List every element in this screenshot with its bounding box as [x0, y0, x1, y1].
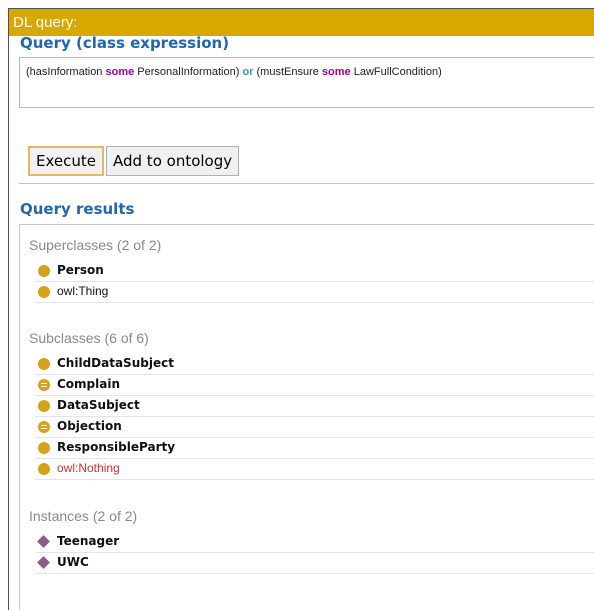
individual-label: Teenager	[57, 534, 120, 548]
list-item[interactable]: owl:Nothing	[35, 458, 594, 480]
list-item[interactable]: DataSubject	[35, 395, 594, 417]
section-divider	[19, 183, 594, 184]
panel-title: DL query:	[9, 9, 594, 36]
class-label: DataSubject	[57, 398, 140, 412]
keyword-some: some	[105, 66, 135, 78]
instances-header: Instances (2 of 2)	[29, 508, 138, 524]
add-to-ontology-button[interactable]: Add to ontology	[106, 146, 240, 176]
class-label: Person	[57, 263, 104, 277]
list-item[interactable]: owl:Thing	[35, 281, 594, 303]
class-icon	[38, 400, 50, 412]
query-token: (mustEnsure	[253, 66, 322, 78]
class-icon	[38, 358, 50, 370]
class-expression-editor[interactable]: (hasInformation some PersonalInformation…	[19, 57, 594, 108]
list-item[interactable]: Complain	[35, 374, 594, 396]
list-item[interactable]: Objection	[35, 416, 594, 438]
individual-label: UWC	[57, 555, 89, 569]
results-section-title: Query results	[20, 200, 135, 218]
class-label: Objection	[57, 419, 122, 433]
class-label: Complain	[57, 377, 121, 391]
class-label: ResponsibleParty	[57, 440, 176, 454]
list-item[interactable]: ChildDataSubject	[35, 353, 594, 375]
query-token: (hasInformation	[26, 66, 106, 78]
query-token: LawFullCondition)	[350, 66, 442, 78]
list-item[interactable]: ResponsibleParty	[35, 437, 594, 459]
individual-icon	[37, 535, 50, 548]
superclasses-header: Superclasses (2 of 2)	[29, 237, 162, 253]
dl-query-panel: DL query: Query (class expression) (hasI…	[8, 8, 594, 610]
query-results-list: Superclasses (2 of 2) Person owl:Thing S…	[19, 224, 594, 610]
query-section-title: Query (class expression)	[20, 34, 230, 52]
class-icon	[38, 463, 50, 475]
class-label: ChildDataSubject	[57, 356, 174, 370]
subclasses-header: Subclasses (6 of 6)	[29, 330, 149, 346]
keyword-some: some	[321, 66, 351, 78]
class-icon	[38, 265, 50, 277]
defined-class-icon	[38, 379, 50, 391]
list-item[interactable]: Teenager	[35, 531, 594, 553]
individual-icon	[37, 556, 50, 569]
keyword-or: or	[242, 66, 254, 78]
query-token: PersonalInformation)	[134, 66, 243, 78]
execute-button[interactable]: Execute	[28, 146, 104, 176]
class-icon	[38, 442, 50, 454]
class-label: owl:Nothing	[57, 461, 120, 475]
class-icon	[38, 286, 50, 298]
list-item[interactable]: UWC	[35, 552, 594, 574]
class-label: owl:Thing	[57, 284, 109, 298]
defined-class-icon	[38, 421, 50, 433]
list-item[interactable]: Person	[35, 260, 594, 282]
